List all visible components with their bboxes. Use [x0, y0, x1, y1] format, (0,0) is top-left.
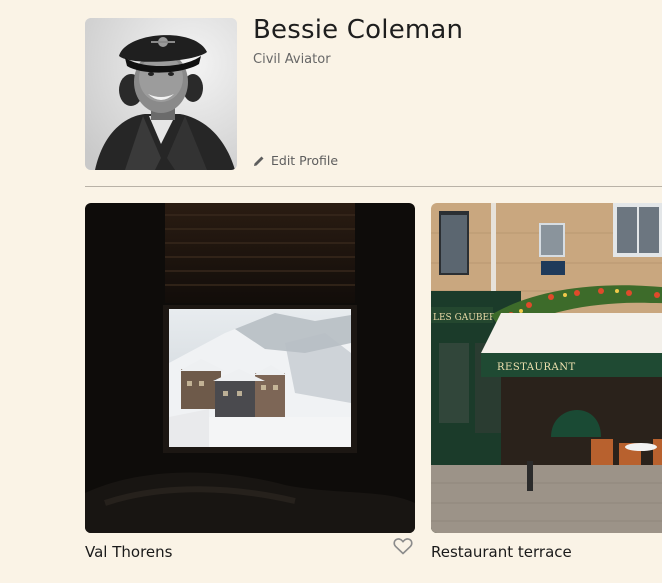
card-title: Restaurant terrace [431, 543, 572, 561]
card-footer: Restaurant terrace [431, 533, 662, 569]
restaurant-sign: RESTAURANT [497, 362, 576, 373]
profile-page: Bessie Coleman Civil Aviator Edit Profil… [0, 0, 662, 583]
card-image[interactable] [85, 203, 415, 533]
header-divider [85, 186, 662, 187]
like-button[interactable] [393, 537, 415, 559]
card: LES GAUBERT RESTAURANT Restaurant terrac… [431, 203, 662, 569]
edit-profile-label: Edit Profile [271, 153, 339, 168]
avatar [85, 18, 237, 170]
profile-name: Bessie Coleman [253, 15, 464, 45]
profile-occupation: Civil Aviator [253, 52, 331, 67]
shop-sign-left: LES GAUBERT [433, 313, 502, 323]
card-image[interactable]: LES GAUBERT RESTAURANT [431, 203, 662, 533]
card: Val Thorens [85, 203, 415, 569]
card-title: Val Thorens [85, 543, 173, 561]
heart-outline-icon [393, 537, 415, 555]
pencil-icon [253, 155, 265, 167]
avatar-photo [85, 18, 237, 170]
card-footer: Val Thorens [85, 533, 415, 569]
profile-header: Bessie Coleman Civil Aviator Edit Profil… [85, 15, 662, 170]
edit-profile-button[interactable]: Edit Profile [253, 152, 338, 170]
